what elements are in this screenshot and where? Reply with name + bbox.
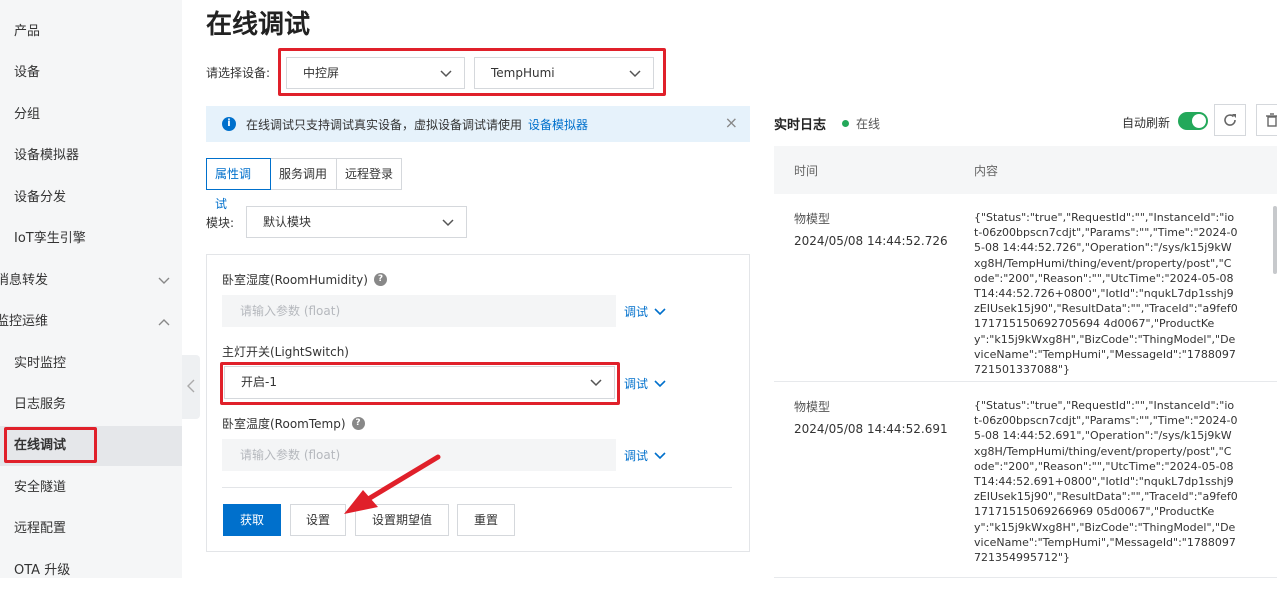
sidebar-item-log-service[interactable]: 日志服务 [0, 385, 182, 425]
log-type: 物模型 [794, 212, 831, 226]
sidebar-item-ota[interactable]: OTA 升级 [0, 551, 182, 591]
debug-button[interactable]: 调试 [624, 447, 666, 464]
sidebar-item-iot-twin[interactable]: IoT孪生引擎 [0, 219, 182, 259]
sidebar-item-products[interactable]: 产品 [0, 12, 182, 52]
sidebar-item-remote-config[interactable]: 远程配置 [0, 509, 182, 549]
log-content: {"Status":"true","RequestId":"","Instanc… [974, 399, 1238, 565]
log-content: {"Status":"true","RequestId":"","Instanc… [974, 211, 1238, 377]
property-label: 卧室温度(RoomTemp)? [222, 415, 365, 432]
clear-button[interactable] [1256, 104, 1277, 136]
close-icon[interactable]: × [725, 115, 738, 131]
page-title: 在线调试 [206, 10, 311, 40]
tab-remote-login[interactable]: 远程登录 [336, 158, 402, 190]
sidebar-item-secure-tunnel[interactable]: 安全隧道 [0, 468, 182, 508]
sidebar-item-online-debug[interactable]: 在线调试 [0, 426, 182, 466]
device-simulator-link[interactable]: 设备模拟器 [528, 118, 588, 132]
sidebar-group-monitoring[interactable]: 监控运维 [0, 302, 182, 342]
tab-service-call[interactable]: 服务调用 [270, 158, 337, 190]
log-row: 物模型 2024/05/08 14:44:52.726 {"Status":"t… [774, 194, 1277, 382]
help-icon[interactable]: ? [373, 273, 387, 286]
annotation-arrow [344, 454, 441, 514]
log-type: 物模型 [794, 400, 831, 414]
debug-button[interactable]: 调试 [624, 375, 666, 392]
log-time: 2024/05/08 14:44:52.691 [794, 422, 948, 436]
info-icon: i [222, 117, 236, 131]
log-time: 2024/05/08 14:44:52.726 [794, 234, 948, 248]
divider [222, 487, 732, 488]
sidebar-item-devices[interactable]: 设备 [0, 53, 182, 93]
property-label: 卧室湿度(RoomHumidity)? [222, 271, 387, 288]
chevron-down-icon [654, 379, 666, 387]
chevron-down-icon [654, 451, 666, 459]
sidebar-item-groups[interactable]: 分组 [0, 95, 182, 135]
module-select[interactable]: 默认模块 [246, 206, 467, 238]
notice-text: 在线调试只支持调试真实设备，虚拟设备调试请使用 [246, 118, 523, 132]
log-title: 实时日志 [774, 118, 827, 133]
chevron-down-icon [627, 66, 643, 82]
device-select[interactable]: TempHumi [474, 57, 654, 89]
log-row: 物模型 2024/05/08 14:44:52.691 {"Status":"t… [774, 382, 1277, 578]
chevron-up-icon [156, 302, 172, 342]
chevron-down-icon [156, 261, 172, 301]
product-select[interactable]: 中控屏 [286, 57, 465, 89]
info-notice: i 在线调试只支持调试真实设备，虚拟设备调试请使用 设备模拟器 × [206, 106, 750, 142]
help-icon[interactable]: ? [351, 417, 365, 430]
auto-refresh-toggle[interactable] [1178, 112, 1208, 130]
room-humidity-input[interactable]: 请输入参数 (float) [222, 295, 616, 327]
get-button[interactable]: 获取 [223, 504, 281, 536]
refresh-icon [1224, 114, 1236, 126]
trash-icon [1266, 113, 1277, 127]
sidebar-item-device-distribution[interactable]: 设备分发 [0, 178, 182, 218]
sidebar-item-realtime-monitor[interactable]: 实时监控 [0, 344, 182, 384]
column-header-content: 内容 [974, 164, 999, 178]
chevron-down-icon [440, 215, 456, 231]
auto-refresh-label: 自动刷新 [1122, 116, 1171, 130]
online-dot-icon [842, 120, 849, 127]
log-table-header: 时间 内容 [774, 146, 1277, 194]
status-badge: 在线 [842, 115, 880, 132]
sidebar-item-device-simulator[interactable]: 设备模拟器 [0, 136, 182, 176]
debug-button[interactable]: 调试 [624, 303, 666, 320]
tab-property-debug[interactable]: 属性调试 [206, 158, 271, 211]
log-scrollbar[interactable] [1273, 206, 1277, 274]
property-label: 主灯开关(LightSwitch) [222, 345, 349, 359]
refresh-button[interactable] [1214, 104, 1246, 136]
chevron-down-icon [654, 307, 666, 315]
device-select-label: 请选择设备: [206, 66, 271, 80]
sidebar-group-message-forwarding[interactable]: 消息转发 [0, 261, 182, 301]
chevron-down-icon [438, 66, 454, 82]
sidebar: 产品 设备 分组 设备模拟器 设备分发 IoT孪生引擎 消息转发 监控运维 实时… [0, 0, 182, 578]
sidebar-collapse-handle[interactable] [182, 355, 200, 419]
chevron-down-icon [588, 375, 604, 391]
reset-button[interactable]: 重置 [457, 504, 515, 536]
chevron-left-icon [187, 379, 195, 396]
column-header-time: 时间 [794, 164, 819, 178]
light-switch-select[interactable]: 开启-1 [224, 366, 615, 399]
